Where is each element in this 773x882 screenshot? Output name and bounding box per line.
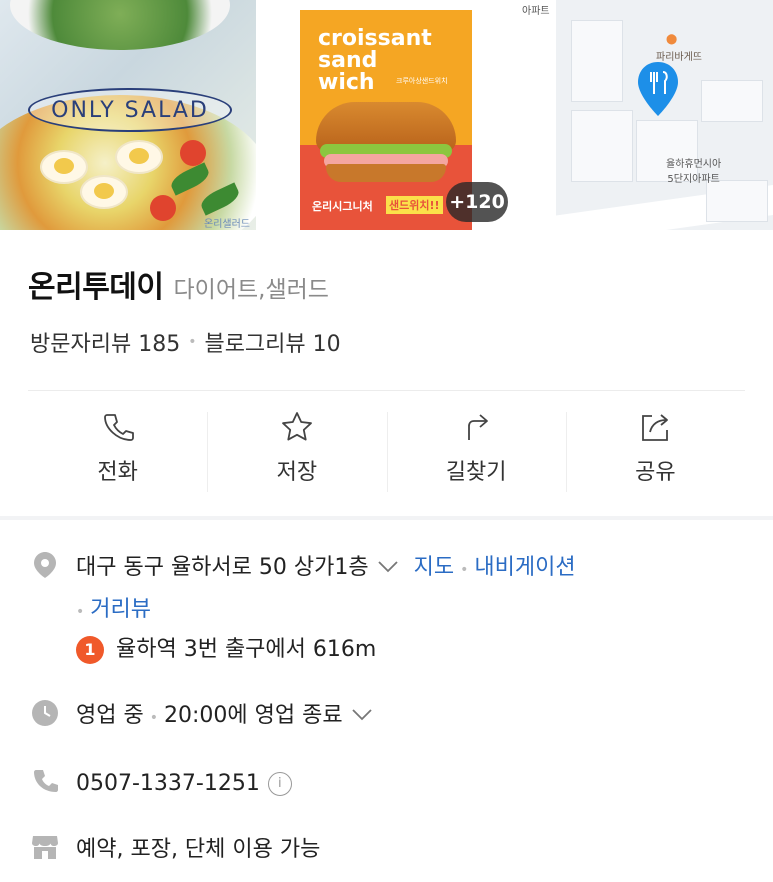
review-summary: 방문자리뷰 185 • 블로그리뷰 10: [30, 326, 341, 358]
poster-tag: 온리시그니처: [312, 200, 373, 213]
blog-review-link[interactable]: 블로그리뷰 10: [204, 326, 340, 358]
navigation-link[interactable]: 내비게이션: [474, 555, 575, 580]
photo-salad[interactable]: ONLY SALAD 온리샐러드: [0, 0, 256, 230]
phone-number[interactable]: 0507-1337-1251: [76, 771, 260, 796]
closing-time: 20:00에 영업 종료: [163, 703, 343, 728]
amenities-text: 예약, 포장, 단체 이용 가능: [76, 837, 321, 862]
place-header: 온리투데이 다이어트,샐러드: [28, 262, 329, 306]
info-icon[interactable]: i: [267, 772, 292, 796]
subway-row: 1 율하역 3번 출구에서 616m: [76, 630, 376, 670]
action-bar: 전화 저장 길찾기 공유: [28, 396, 745, 500]
only-salad-logo: ONLY SALAD: [28, 88, 232, 132]
map-link[interactable]: 지도: [414, 555, 454, 580]
separator-dot: •: [460, 562, 469, 578]
address-text: 대구 동구 율하서로 50 상가1층: [76, 555, 369, 580]
clock-icon: [28, 696, 62, 730]
photo-poster[interactable]: croissant sand wich 크루아상샌드위치 온리시그니처 샌드위치…: [260, 0, 512, 230]
separator-dot: •: [149, 710, 158, 726]
tomato-image: [150, 195, 176, 221]
save-button[interactable]: 저장: [207, 396, 386, 500]
phone-icon: [103, 414, 134, 441]
location-pin-icon: [638, 62, 678, 116]
map-marker-icon: [28, 548, 62, 582]
section-divider: [0, 516, 773, 520]
map-label-apartment: 아파트: [522, 6, 550, 17]
separator-dot: •: [188, 334, 197, 350]
poster-tag-highlight: 샌드위치!!: [386, 196, 443, 214]
share-label: 공유: [635, 460, 676, 485]
store-icon: [28, 830, 62, 864]
phone-row: 0507-1337-1251 i: [28, 764, 292, 804]
salad-top-image: [10, 0, 230, 50]
business-status: 영업 중: [76, 703, 144, 728]
separator-dot: •: [76, 604, 85, 620]
chevron-down-icon[interactable]: [377, 548, 399, 588]
sandwich-image: [316, 102, 456, 182]
directions-icon: [468, 414, 489, 440]
call-button[interactable]: 전화: [28, 396, 207, 500]
share-button[interactable]: 공유: [565, 396, 745, 500]
share-icon: [642, 414, 669, 441]
egg-image: [115, 140, 163, 174]
amenities-row: 예약, 포장, 단체 이용 가능: [28, 830, 320, 870]
address-row: 대구 동구 율하서로 50 상가1층 지도 • 내비게이션 • 거리뷰: [28, 548, 696, 632]
photo-watermark: 온리샐러드: [204, 219, 250, 230]
more-photos-badge[interactable]: +120: [446, 182, 508, 222]
subway-line-badge: 1: [76, 636, 104, 664]
poster-subtitle: 크루아상샌드위치: [396, 77, 448, 85]
egg-image: [40, 150, 88, 184]
call-label: 전화: [97, 460, 138, 485]
chevron-down-icon[interactable]: [351, 696, 373, 736]
hours-row[interactable]: 영업 중 • 20:00에 영업 종료: [28, 696, 373, 738]
place-name: 온리투데이: [28, 270, 164, 305]
egg-image: [80, 175, 128, 209]
bakery-icon: ⬤: [666, 34, 678, 45]
map-thumbnail[interactable]: 아파트 파리바게뜨 ⬤ 율하휴먼시아 5단지아파트: [516, 0, 773, 230]
place-category: 다이어트,샐러드: [173, 277, 329, 303]
directions-button[interactable]: 길찾기: [386, 396, 566, 500]
streetview-link[interactable]: 거리뷰: [90, 597, 151, 622]
save-label: 저장: [276, 460, 318, 485]
map-label-apartment-name: 율하휴먼시아 5단지아파트: [666, 159, 722, 185]
star-icon: [281, 412, 312, 441]
visitor-review-link[interactable]: 방문자리뷰 185: [30, 326, 180, 358]
photo-strip[interactable]: ONLY SALAD 온리샐러드 croissant sand wich 크루아…: [0, 0, 773, 230]
divider: [28, 390, 745, 391]
directions-label: 길찾기: [445, 460, 507, 485]
subway-directions-text: 율하역 3번 출구에서 616m: [116, 637, 377, 662]
phone-icon: [28, 764, 62, 798]
